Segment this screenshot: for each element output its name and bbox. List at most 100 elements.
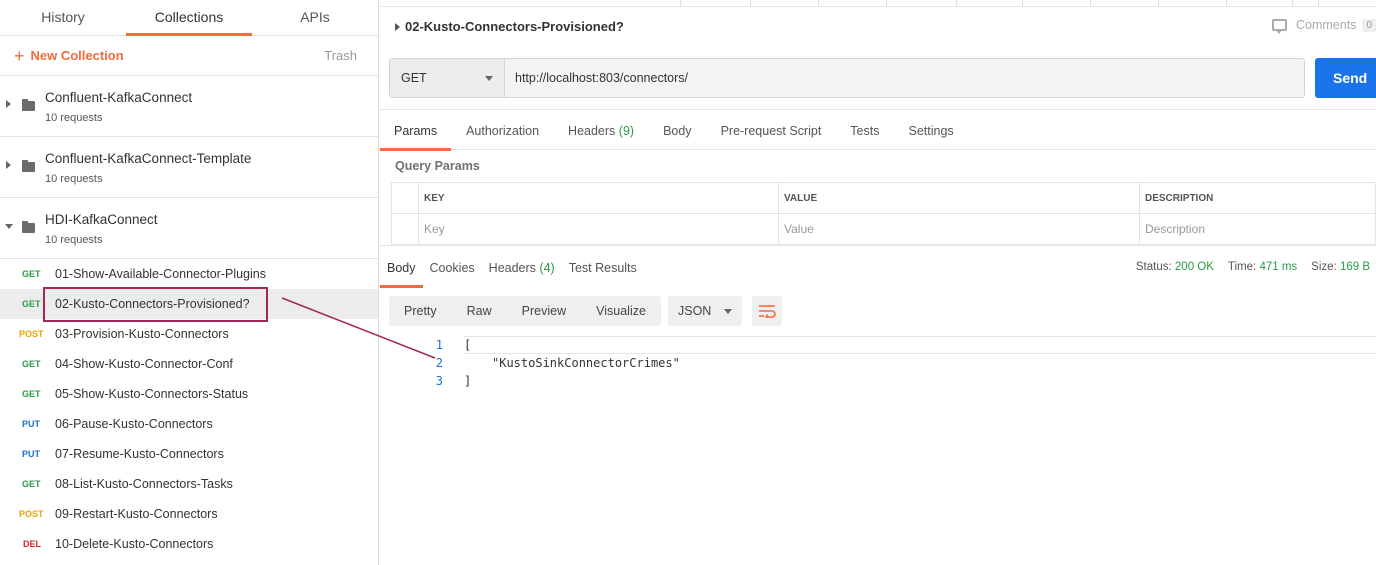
tab-divider [886, 0, 887, 7]
caret-right-icon[interactable] [6, 161, 11, 169]
request-item[interactable]: PUT 07-Resume-Kusto-Connectors [0, 439, 378, 469]
request-name: 01-Show-Available-Connector-Plugins [55, 267, 266, 281]
request-tabstrip[interactable] [380, 0, 1376, 7]
key-header: KEY [418, 182, 779, 214]
wrap-lines-button[interactable] [752, 296, 782, 326]
tab-response-body[interactable]: Body [380, 246, 422, 288]
method-badge: POST [19, 509, 44, 519]
collection-item[interactable]: Confluent-KafkaConnect 10 requests [0, 76, 378, 137]
format-dropdown[interactable]: JSON [668, 296, 742, 326]
request-name: 10-Delete-Kusto-Connectors [55, 537, 214, 551]
tab-authorization[interactable]: Authorization [466, 110, 539, 150]
tab-settings[interactable]: Settings [908, 110, 953, 150]
time-info[interactable]: Time: 471 ms [1228, 261, 1297, 273]
description-header: DESCRIPTION [1139, 182, 1376, 214]
url-bar: GET [389, 58, 1305, 98]
tab-history[interactable]: History [0, 0, 126, 35]
tab-divider [1318, 0, 1319, 7]
table-header-row: KEY VALUE DESCRIPTION [391, 182, 1376, 214]
caret-right-icon[interactable] [395, 22, 400, 31]
line-number: 2 [435, 356, 443, 370]
size-label: Size: [1311, 261, 1337, 273]
tab-apis[interactable]: APIs [252, 0, 378, 35]
request-title[interactable]: 02-Kusto-Connectors-Provisioned? [395, 19, 624, 34]
send-button[interactable]: Send [1315, 58, 1376, 98]
visualize-button[interactable]: Visualize [581, 296, 661, 326]
collection-name: Confluent-KafkaConnect [45, 90, 193, 105]
tab-headers[interactable]: Headers (9) [568, 110, 634, 150]
request-item[interactable]: POST 09-Restart-Kusto-Connectors [0, 499, 378, 529]
tab-divider [1022, 0, 1023, 7]
request-item[interactable]: PUT 06-Pause-Kusto-Connectors [0, 409, 378, 439]
chevron-down-icon [485, 75, 493, 81]
checkbox-column [391, 182, 419, 214]
tab-prerequest-script[interactable]: Pre-request Script [721, 110, 822, 150]
query-params-table: KEY VALUE DESCRIPTION Key Value Descript… [391, 182, 1376, 245]
value-header: VALUE [778, 182, 1140, 214]
wrap-icon [759, 305, 776, 318]
collection-count: 10 requests [45, 234, 103, 246]
tab-test-results[interactable]: Test Results [569, 246, 637, 288]
raw-button[interactable]: Raw [452, 296, 507, 326]
code-line: 3 ] [380, 372, 1376, 390]
request-item[interactable]: GET 05-Show-Kusto-Connectors-Status [0, 379, 378, 409]
request-name: 08-List-Kusto-Connectors-Tasks [55, 477, 233, 491]
method-badge: GET [22, 269, 41, 279]
comments-button[interactable]: Comments 0 [1272, 18, 1376, 34]
method-badge: PUT [22, 449, 40, 459]
caret-right-icon[interactable] [6, 100, 11, 108]
method-badge: PUT [22, 419, 40, 429]
line-number: 3 [435, 374, 443, 388]
request-title-text: 02-Kusto-Connectors-Provisioned? [405, 19, 624, 34]
tab-response-headers[interactable]: Headers (4) [489, 246, 555, 288]
tab-divider [1292, 0, 1293, 7]
tab-cookies[interactable]: Cookies [430, 246, 475, 288]
row-checkbox[interactable] [391, 213, 419, 245]
headers-count: (9) [618, 123, 635, 138]
tab-divider [1090, 0, 1091, 7]
folder-icon [22, 99, 35, 111]
tab-divider [680, 0, 681, 7]
preview-button[interactable]: Preview [507, 296, 581, 326]
caret-down-icon[interactable] [5, 224, 13, 229]
sidebar: History Collections APIs + New Collectio… [0, 0, 379, 565]
collection-name: HDI-KafkaConnect [45, 212, 158, 227]
method-badge: GET [22, 359, 41, 369]
request-item[interactable]: DEL 10-Delete-Kusto-Connectors [0, 529, 378, 559]
collection-item[interactable]: HDI-KafkaConnect 10 requests [0, 198, 378, 259]
tab-headers-label: Headers [568, 123, 616, 138]
collection-item[interactable]: Confluent-KafkaConnect-Template 10 reque… [0, 137, 378, 198]
time-label: Time: [1227, 261, 1257, 273]
trash-button[interactable]: Trash [324, 48, 357, 63]
request-item[interactable]: GET 01-Show-Available-Connector-Plugins [0, 259, 378, 289]
request-item[interactable]: GET 04-Show-Kusto-Connector-Conf [0, 349, 378, 379]
description-input[interactable]: Description [1139, 213, 1376, 245]
size-info[interactable]: Size: 169 B [1311, 261, 1370, 273]
time-value: 471 ms [1259, 261, 1298, 273]
tab-collections[interactable]: Collections [126, 0, 252, 36]
new-collection-button[interactable]: + New Collection [14, 47, 124, 65]
tab-body[interactable]: Body [663, 110, 692, 150]
format-value: JSON [678, 304, 712, 318]
request-item[interactable]: POST 03-Provision-Kusto-Connectors [0, 319, 378, 349]
table-row: Key Value Description [391, 213, 1376, 245]
chevron-down-icon [724, 308, 732, 314]
collection-count: 10 requests [45, 112, 103, 124]
query-params-label: Query Params [395, 159, 480, 173]
key-input[interactable]: Key [418, 213, 779, 245]
response-meta: Status: 200 OK Time: 471 ms Size: 169 B [1136, 261, 1370, 273]
tab-params[interactable]: Params [379, 110, 452, 151]
status-label: Status: [1135, 261, 1172, 273]
method-dropdown[interactable]: GET [390, 59, 505, 97]
request-tabs: Params Authorization Headers (9) Body Pr… [379, 109, 1376, 151]
tab-tests[interactable]: Tests [850, 110, 879, 150]
pretty-button[interactable]: Pretty [389, 296, 452, 326]
status-value: 200 OK [1174, 261, 1214, 273]
status-info[interactable]: Status: 200 OK [1136, 261, 1214, 273]
request-name: 06-Pause-Kusto-Connectors [55, 417, 213, 431]
request-item[interactable]: GET 08-List-Kusto-Connectors-Tasks [0, 469, 378, 499]
value-input[interactable]: Value [778, 213, 1140, 245]
response-body-code[interactable]: 1 [ 2 "KustoSinkConnectorCrimes" 3 ] [380, 336, 1376, 390]
tab-divider [750, 0, 751, 7]
url-input[interactable] [505, 59, 1304, 97]
